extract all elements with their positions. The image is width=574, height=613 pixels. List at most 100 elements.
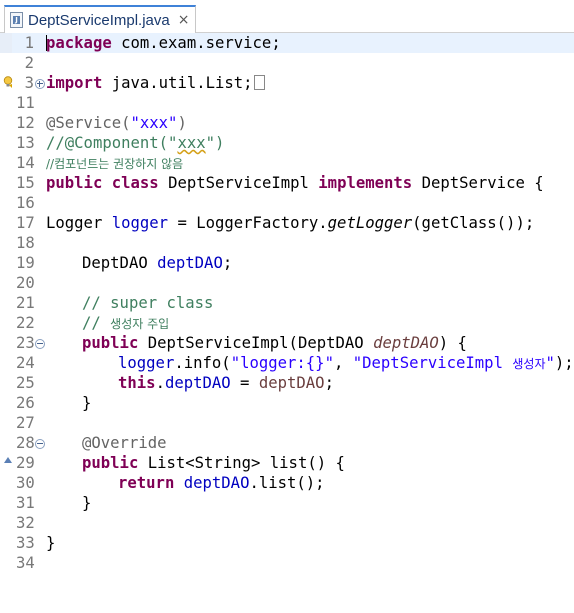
line-number: 32: [16, 514, 35, 532]
code-line-13: 13 //@Component("xxx"): [0, 133, 574, 153]
parameter: deptDAO: [258, 374, 325, 392]
line-number: 26: [16, 394, 35, 412]
code-text: DeptServiceImpl(DeptDAO: [138, 334, 374, 352]
line-number: 12: [16, 114, 35, 132]
editor-tab-bar: J DeptServiceImpl.java ×: [0, 0, 574, 33]
line-number: 22: [16, 314, 35, 332]
line-number: 20: [16, 274, 35, 292]
comment: //: [82, 314, 111, 332]
field-name: deptDAO: [157, 254, 223, 272]
code-text: .list();: [249, 474, 325, 492]
comment: // super class: [82, 294, 214, 312]
code-text: Logger: [46, 214, 112, 232]
code-line-17: 17 Logger logger = LoggerFactory.getLogg…: [0, 213, 574, 233]
code-line-24: 24 logger.info("logger:{}", "DeptService…: [0, 353, 574, 373]
code-line-34: 34: [0, 553, 574, 573]
code-line-22: 22 // 생성자 주입: [0, 313, 574, 333]
code-editor[interactable]: 1 package com.exam.service; 2 3 import j…: [0, 33, 574, 572]
line-number: 15: [16, 174, 35, 192]
line-number: 18: [16, 234, 35, 252]
tab-filename: DeptServiceImpl.java: [28, 11, 170, 29]
line-number: 24: [16, 354, 35, 372]
code-line-18: 18: [0, 233, 574, 253]
annotation: @Override: [82, 434, 167, 452]
line-number: 16: [16, 194, 35, 212]
keyword: package: [46, 34, 112, 52]
code-line-14: 14 //컴포넌트는 권장하지 않음: [0, 153, 574, 173]
keyword: implements: [318, 174, 413, 192]
code-text: }: [82, 394, 92, 412]
field-name: logger: [111, 214, 169, 232]
line-number: 3: [24, 74, 34, 92]
code-text: }: [46, 534, 56, 552]
line-number: 13: [16, 134, 35, 152]
code-line-31: 31 }: [0, 493, 574, 513]
code-line-30: 30 return deptDAO.list();: [0, 473, 574, 493]
text-caret: [46, 35, 47, 51]
comment: "): [205, 134, 225, 152]
line-number: 31: [16, 494, 35, 512]
code-text: = LoggerFactory.: [168, 214, 328, 232]
code-line-2: 2: [0, 53, 574, 73]
comment: //@Component(": [46, 134, 178, 152]
code-text: .: [155, 374, 165, 392]
line-number: 23: [16, 334, 35, 352]
annotation: ): [177, 114, 187, 132]
keyword: public: [82, 454, 139, 472]
code-line-11: 11: [0, 93, 574, 113]
comment: 생성자 주입: [110, 317, 170, 331]
code-line-33: 33 }: [0, 533, 574, 553]
line-number: 33: [16, 534, 35, 552]
string-literal: ": [545, 354, 555, 372]
code-text: com.exam.service;: [111, 34, 281, 52]
field-name: deptDAO: [164, 374, 231, 392]
fold-collapse-icon[interactable]: [35, 439, 45, 449]
code-text: DeptServiceImpl: [158, 174, 319, 192]
code-text: }: [82, 494, 92, 512]
code-text: DeptDAO: [82, 254, 158, 272]
code-line-21: 21 // super class: [0, 293, 574, 313]
code-line-26: 26 }: [0, 393, 574, 413]
line-number: 17: [16, 214, 35, 232]
spellcheck-word: xxx: [177, 134, 206, 152]
fold-collapse-icon[interactable]: [35, 339, 45, 349]
string-literal: "logger:{}": [230, 354, 334, 372]
code-line-27: 27: [0, 413, 574, 433]
string-literal: "xxx": [130, 114, 178, 132]
line-number: 19: [16, 254, 35, 272]
code-line-1: 1 package com.exam.service;: [0, 33, 574, 53]
string-literal: 생성자: [512, 357, 546, 371]
line-number: 14: [16, 154, 35, 172]
fold-expand-icon[interactable]: [35, 79, 45, 89]
code-line-28: 28 @Override: [0, 433, 574, 453]
current-line-marker: [0, 33, 12, 53]
code-line-19: 19 DeptDAO deptDAO;: [0, 253, 574, 273]
code-line-23: 23 public DeptServiceImpl(DeptDAO deptDA…: [0, 333, 574, 353]
line-number: 21: [16, 294, 35, 312]
line-number: 1: [24, 34, 34, 52]
editor-tab-deptserviceimpl[interactable]: J DeptServiceImpl.java ×: [4, 5, 197, 33]
code-text: DeptService {: [412, 174, 544, 192]
code-text: =: [230, 374, 259, 392]
field-name: deptDAO: [183, 474, 250, 492]
parameter: deptDAO: [373, 334, 439, 352]
code-line-29: 29 public List<String> list() {: [0, 453, 574, 473]
code-line-15: 15 public class DeptServiceImpl implemen…: [0, 173, 574, 193]
code-text: ;: [222, 254, 233, 272]
line-number: 34: [16, 554, 35, 572]
folded-imports-icon[interactable]: [253, 75, 265, 90]
keyword: import: [46, 74, 103, 92]
string-literal: "DeptServiceImpl: [352, 354, 513, 372]
java-file-icon: J: [9, 12, 23, 28]
code-text: ;: [324, 374, 334, 392]
line-number: 11: [16, 94, 35, 112]
close-icon[interactable]: ×: [178, 12, 190, 28]
code-line-3: 3 import java.util.List;: [0, 73, 574, 93]
code-text: ,: [333, 354, 353, 372]
keyword: public: [46, 174, 103, 192]
code-text: List<String> list() {: [138, 454, 345, 472]
code-line-16: 16: [0, 193, 574, 213]
keyword: this: [118, 374, 156, 392]
annotation: @Service(: [46, 114, 131, 132]
